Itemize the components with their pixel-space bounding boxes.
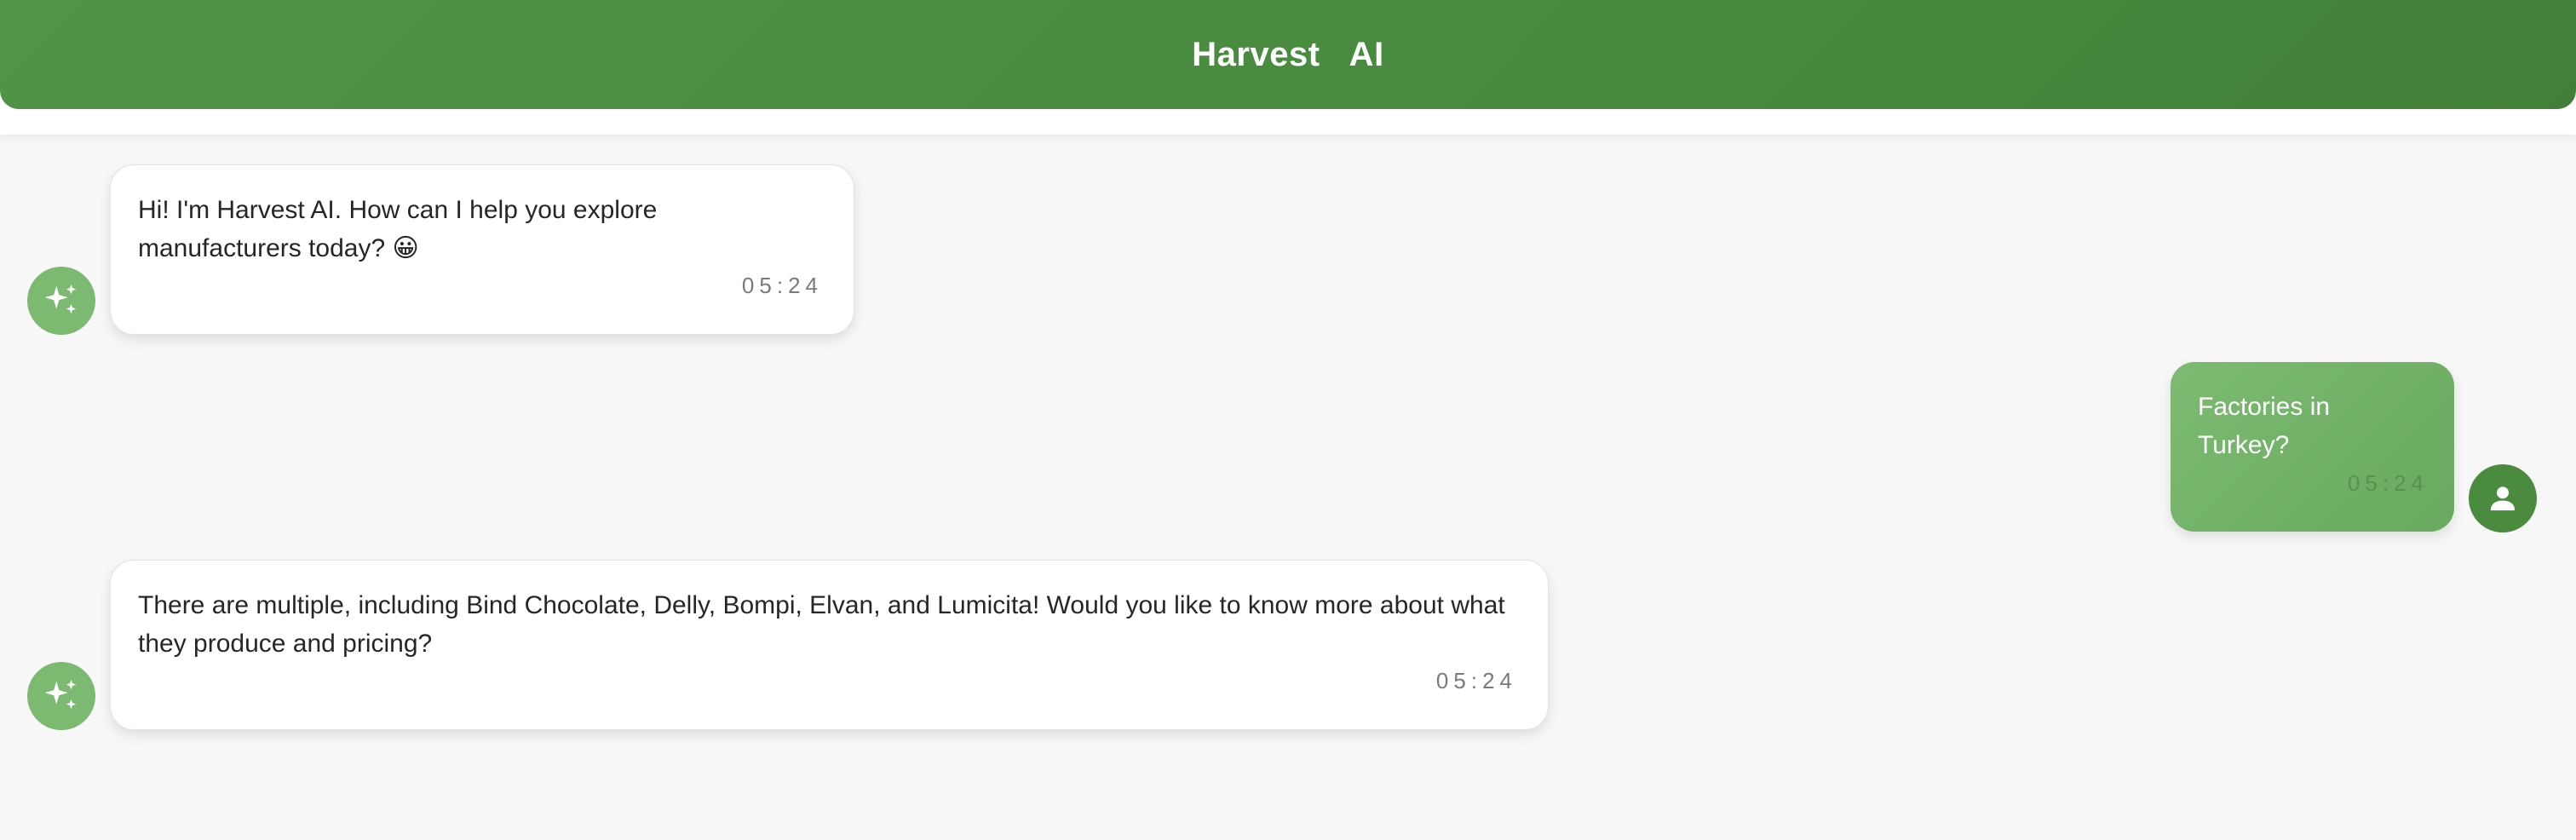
assistant-avatar [27, 267, 95, 335]
user-avatar [2469, 464, 2537, 532]
message-timestamp: 05:24 [1435, 668, 1517, 693]
message-text: Hi! I'm Harvest AI. How can I help you e… [138, 196, 658, 262]
message-text: There are multiple, including Bind Choco… [138, 591, 1505, 658]
message-text: Factories in Turkey? [2198, 393, 2331, 459]
sparkles-icon [44, 679, 77, 710]
user-icon [2490, 486, 2516, 511]
assistant-message-bubble: Hi! I'm Harvest AI. How can I help you e… [110, 164, 854, 335]
header-banner: Harvest AI [0, 0, 2576, 109]
assistant-message-bubble: There are multiple, including Bind Choco… [110, 560, 1549, 730]
app-title: Harvest AI [1192, 35, 1384, 73]
assistant-avatar [27, 662, 95, 730]
message-timestamp: 05:24 [2347, 470, 2429, 496]
header-bar: Harvest AI [0, 0, 2576, 135]
user-message-bubble: Factories in Turkey? 05:24 [2171, 362, 2454, 532]
message-timestamp: 05:24 [741, 273, 823, 298]
sparkles-icon [44, 284, 77, 314]
